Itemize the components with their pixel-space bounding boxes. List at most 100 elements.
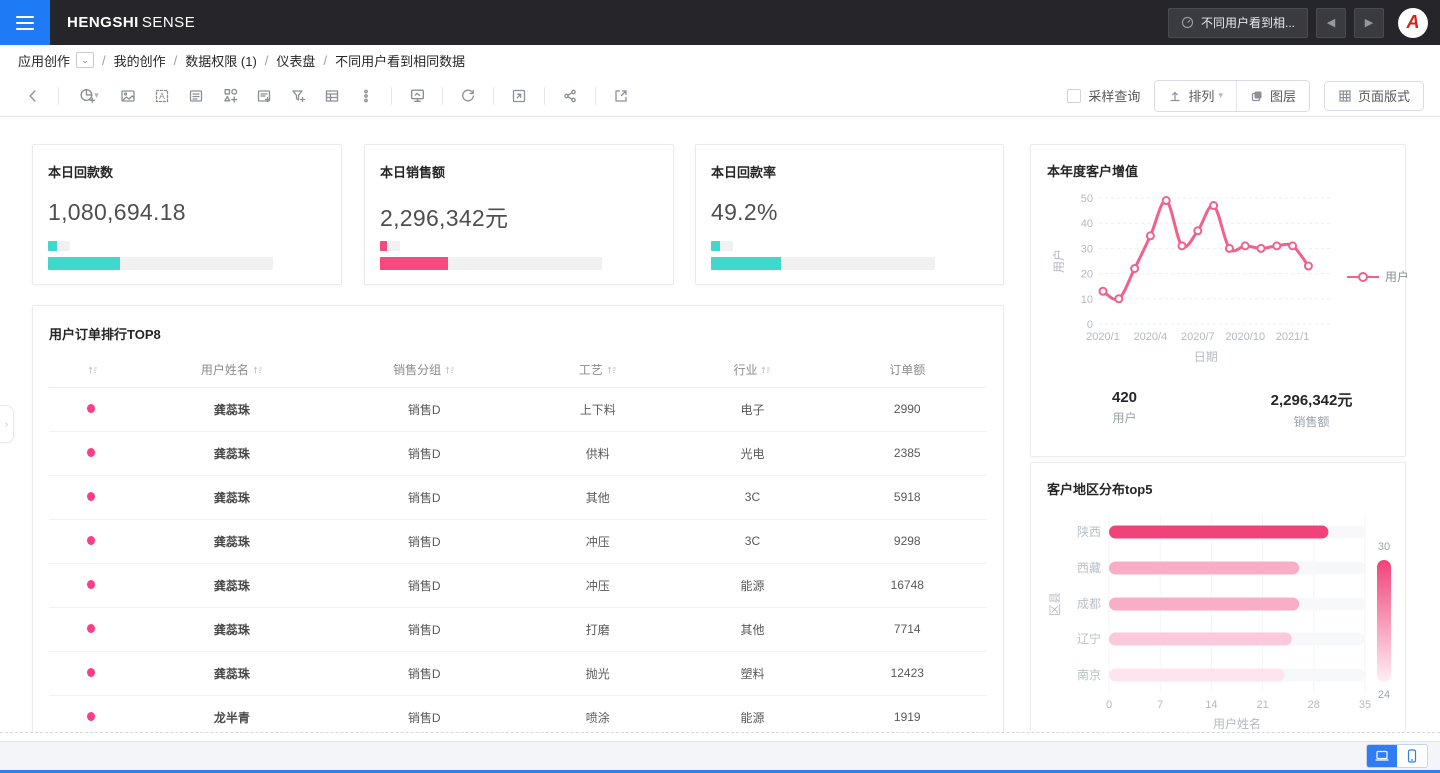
- svg-text:14: 14: [1205, 699, 1217, 711]
- svg-text:用户姓名: 用户姓名: [1213, 716, 1261, 731]
- user-avatar[interactable]: A: [1398, 7, 1428, 38]
- kpi-title: 本日销售额: [380, 165, 446, 180]
- hamburger-menu-button[interactable]: [0, 0, 50, 45]
- kpi-card-sales-amount[interactable]: 本日销售额 2,296,342元: [364, 144, 674, 285]
- row-dot-cell: [49, 651, 134, 696]
- table-row[interactable]: 龚蕊珠 销售D 其他 3C 5918: [49, 475, 987, 520]
- svg-text:A: A: [159, 91, 165, 101]
- device-view-toggle: [1366, 744, 1428, 768]
- expand-panel-handle[interactable]: ›: [0, 405, 14, 443]
- bar-chart[interactable]: 0 7 14 21 28 35 陕西西藏成都辽宁南京用户姓名 区县 30 24: [1047, 500, 1407, 732]
- row-dot-cell: [49, 607, 134, 652]
- column-header[interactable]: 行业: [677, 353, 828, 388]
- customer-growth-chart-card[interactable]: 本年度客户增值 0 10 20 30 40 50 2020/1 2020/4 2020/7 202…: [1030, 144, 1409, 457]
- more-options-button[interactable]: [352, 82, 380, 110]
- order-table: 用户姓名 销售分组 工艺 行业 订单额 龚蕊珠 销售D 上下料 电子 2990 龚蕊珠 销售D 供料光…: [49, 353, 987, 732]
- dashboard-switcher-label: 不同用户看到相...: [1200, 16, 1295, 30]
- add-table-button[interactable]: [318, 82, 346, 110]
- svg-text:40: 40: [1081, 218, 1093, 230]
- table-row[interactable]: 龚蕊珠 销售D 上下料 电子 2990: [49, 387, 987, 432]
- add-image-button[interactable]: [114, 82, 142, 110]
- column-header: 订单额: [827, 353, 987, 388]
- add-shape-button[interactable]: [216, 82, 244, 110]
- chart-title: 客户地区分布top5: [1047, 482, 1153, 497]
- breadcrumb-item-dashboard[interactable]: 仪表盘: [276, 51, 315, 70]
- table-header-row: 用户姓名 销售分组 工艺 行业 订单额: [49, 353, 987, 388]
- layers-button[interactable]: 图层: [1235, 80, 1309, 111]
- table-row[interactable]: 龚蕊珠 销售D 冲压 3C 9298: [49, 519, 987, 564]
- kpi-value: 49.2%: [711, 199, 778, 225]
- dashboard-switcher-button[interactable]: 不同用户看到相...: [1167, 7, 1308, 38]
- svg-text:0: 0: [1087, 319, 1093, 331]
- app-header: HENGSHI SENSE 不同用户看到相... ◀ ▶ A: [0, 0, 1440, 45]
- kpi-main-progress: [380, 257, 602, 270]
- svg-text:2020/4: 2020/4: [1134, 331, 1168, 343]
- stat-sales: 2,296,342元 销售额: [1270, 392, 1353, 429]
- fullscreen-button[interactable]: [505, 82, 533, 110]
- add-list-button[interactable]: [250, 82, 278, 110]
- refresh-button[interactable]: [454, 82, 482, 110]
- kpi-title: 本日回款率: [711, 165, 777, 180]
- table-row[interactable]: 龚蕊珠 销售D 抛光 塑料 12423: [49, 651, 987, 696]
- table-row[interactable]: 龚蕊珠 销售D 冲压 能源 16748: [49, 563, 987, 608]
- app-logo: HENGSHI SENSE: [67, 14, 195, 31]
- status-bar: [0, 741, 1440, 770]
- breadcrumb-item-app[interactable]: 应用创作: [18, 51, 70, 70]
- share-icon[interactable]: [556, 82, 584, 110]
- export-button[interactable]: [607, 82, 635, 110]
- row-dot-cell: [49, 695, 134, 732]
- column-header[interactable]: 工艺: [517, 353, 678, 388]
- row-dot-cell: [49, 563, 134, 608]
- present-button[interactable]: [403, 82, 431, 110]
- svg-text:2020/1: 2020/1: [1086, 331, 1120, 343]
- prev-dashboard-button[interactable]: ◀: [1316, 7, 1346, 38]
- add-chart-button[interactable]: ▾: [70, 82, 108, 110]
- table-row[interactable]: 龙半青 销售D 喷涂 能源 1919: [49, 695, 987, 732]
- svg-text:日期: 日期: [1194, 350, 1218, 364]
- breadcrumb-item-data-permission[interactable]: 数据权限 (1): [185, 51, 257, 70]
- row-dot-cell: [49, 387, 134, 432]
- sample-query-toggle[interactable]: 采样查询: [1067, 86, 1140, 105]
- desktop-view-button[interactable]: [1367, 745, 1397, 767]
- dashboard-canvas: 本日回款数 1,080,694.18 本日销售额 2,296,342元 本日回款…: [0, 117, 1440, 733]
- svg-text:50: 50: [1081, 193, 1093, 205]
- svg-text:30: 30: [1081, 243, 1093, 255]
- chart-title: 本年度客户增值: [1047, 164, 1139, 179]
- kpi-mini-progress: [711, 241, 733, 251]
- svg-text:35: 35: [1359, 699, 1371, 711]
- table-row[interactable]: 龚蕊珠 销售D 打磨 其他 7714: [49, 607, 987, 652]
- brand-secondary: SENSE: [141, 14, 196, 31]
- svg-text:2021/1: 2021/1: [1276, 331, 1310, 343]
- add-filter-button[interactable]: [284, 82, 312, 110]
- kpi-mini-progress: [48, 241, 70, 251]
- column-header[interactable]: [49, 353, 134, 388]
- arrange-button[interactable]: 排列 ▾: [1155, 80, 1236, 111]
- add-text-button[interactable]: A: [148, 82, 176, 110]
- svg-text:20: 20: [1081, 269, 1093, 281]
- kpi-value: 1,080,694.18: [48, 199, 186, 225]
- sample-query-label: 采样查询: [1088, 89, 1141, 104]
- back-button[interactable]: [19, 82, 47, 110]
- svg-text:0: 0: [1106, 699, 1112, 711]
- line-chart[interactable]: 0 10 20 30 40 50 2020/1 2020/4 2020/7 2020/10 2021…: [1047, 184, 1409, 396]
- checkbox-icon[interactable]: [1067, 88, 1082, 103]
- add-card-button[interactable]: [182, 82, 210, 110]
- column-header[interactable]: 销售分组: [330, 353, 518, 388]
- mobile-view-button[interactable]: [1397, 745, 1427, 767]
- chevron-down-icon[interactable]: ⌄: [76, 52, 95, 68]
- grid-icon: [1339, 89, 1351, 102]
- region-distribution-chart-card[interactable]: 客户地区分布top5 0 7 14 21 28 35 陕西 西藏 成都 辽宁 南京 用户姓名 区县 30 2…: [1030, 462, 1407, 732]
- table-row[interactable]: 龚蕊珠 销售D 供料 光电 2385: [49, 431, 987, 476]
- svg-text:用户: 用户: [1051, 249, 1066, 273]
- page-layout-button[interactable]: 页面版式: [1323, 80, 1424, 111]
- svg-text:辽宁: 辽宁: [1077, 631, 1101, 646]
- kpi-card-payment-rate[interactable]: 本日回款率 49.2%: [695, 144, 1004, 285]
- breadcrumb-item-my-creations[interactable]: 我的创作: [114, 51, 166, 70]
- kpi-card-payment-count[interactable]: 本日回款数 1,080,694.18: [32, 144, 342, 285]
- svg-text:7: 7: [1157, 699, 1163, 711]
- kpi-main-progress: [711, 257, 935, 270]
- chevron-down-icon: ▾: [94, 90, 99, 100]
- column-header[interactable]: 用户姓名: [133, 353, 331, 388]
- order-ranking-table-card[interactable]: 用户订单排行TOP8 用户姓名 销售分组 工艺 行业 订单额 龚蕊珠 销售D 上下料 电子 29…: [32, 305, 1004, 732]
- next-dashboard-button[interactable]: ▶: [1354, 7, 1384, 38]
